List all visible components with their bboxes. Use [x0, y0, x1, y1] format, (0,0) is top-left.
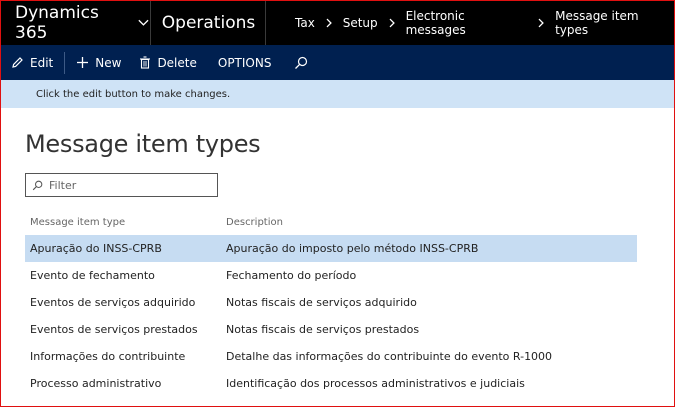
- page-title: Message item types: [25, 130, 261, 158]
- module-name[interactable]: Operations: [152, 1, 266, 45]
- search-icon: [295, 56, 308, 69]
- breadcrumb-item-message-item-types: Message item types: [555, 9, 639, 37]
- chevron-right-icon: [538, 18, 545, 28]
- cell-message-item-type: Evento de fechamento: [30, 269, 155, 282]
- table-row[interactable]: Processo administrativo Identificação do…: [25, 370, 637, 397]
- options-button[interactable]: OPTIONS: [206, 45, 281, 80]
- column-header-description[interactable]: Description: [221, 217, 637, 228]
- cell-message-item-type: Eventos de serviços adquirido: [30, 296, 196, 309]
- cell-description: Apuração do imposto pelo método INSS-CPR…: [226, 242, 479, 255]
- cell-description: Notas fiscais de serviços adquirido: [226, 296, 417, 309]
- breadcrumb-item-setup[interactable]: Setup: [343, 16, 378, 30]
- filter-input[interactable]: [47, 177, 211, 193]
- chevron-down-icon: [138, 19, 149, 26]
- delete-label: Delete: [157, 55, 197, 70]
- trash-icon: [140, 56, 151, 69]
- cell-message-item-type: Informações do contribuinte: [30, 350, 186, 363]
- table-row[interactable]: Eventos de serviços prestados Notas fisc…: [25, 316, 637, 343]
- message-text: Click the edit button to make changes.: [36, 88, 231, 100]
- cell-description: Detalhe das informações do contribuinte …: [226, 350, 553, 363]
- chevron-right-icon: [389, 18, 395, 28]
- message-bar: Click the edit button to make changes.: [1, 80, 674, 108]
- cell-message-item-type: Apuração do INSS-CPRB: [30, 242, 162, 255]
- edit-button[interactable]: Edit: [1, 45, 62, 80]
- pencil-icon: [12, 57, 23, 68]
- new-label: New: [95, 55, 122, 70]
- search-icon: [32, 180, 43, 190]
- breadcrumb-item-electronic-messages[interactable]: Electronic messages: [406, 9, 528, 37]
- plus-icon: [77, 57, 89, 68]
- action-divider: [64, 51, 66, 74]
- table-row[interactable]: Evento de fechamento Fechamento do perío…: [25, 262, 637, 289]
- breadcrumb-item-tax[interactable]: Tax: [295, 16, 315, 30]
- search-button[interactable]: [280, 45, 323, 80]
- cell-description: Identificação dos processos administrati…: [226, 377, 525, 390]
- cell-description: Notas fiscais de serviços prestados: [226, 323, 420, 336]
- column-header-message-item-type[interactable]: Message item type: [25, 217, 221, 228]
- action-pane: Edit New Delete OPTIONS: [1, 45, 674, 80]
- new-button[interactable]: New: [67, 45, 130, 80]
- top-navigation: Dynamics 365 Operations Tax Setup Electr…: [1, 1, 674, 45]
- app-switcher[interactable]: Dynamics 365: [1, 1, 151, 45]
- cell-description: Fechamento do período: [226, 269, 357, 282]
- chevron-right-icon: [326, 18, 332, 28]
- grid-header: Message item type Description: [25, 211, 637, 233]
- table-row[interactable]: Apuração do INSS-CPRB Apuração do impost…: [25, 235, 637, 262]
- breadcrumb: Tax Setup Electronic messages Message it…: [295, 1, 674, 45]
- table-row[interactable]: Eventos de serviços adquirido Notas fisc…: [25, 289, 637, 316]
- delete-button[interactable]: Delete: [130, 45, 205, 80]
- message-item-types-grid: Message item type Description Apuração d…: [25, 211, 637, 397]
- app-window: Dynamics 365 Operations Tax Setup Electr…: [0, 0, 675, 407]
- table-row[interactable]: Informações do contribuinte Detalhe das …: [25, 343, 637, 370]
- options-label: OPTIONS: [217, 55, 272, 70]
- cell-message-item-type: Processo administrativo: [30, 377, 162, 390]
- cell-message-item-type: Eventos de serviços prestados: [30, 323, 198, 336]
- filter-field[interactable]: [25, 173, 218, 197]
- app-name: Dynamics 365: [15, 3, 99, 43]
- edit-label: Edit: [30, 55, 54, 70]
